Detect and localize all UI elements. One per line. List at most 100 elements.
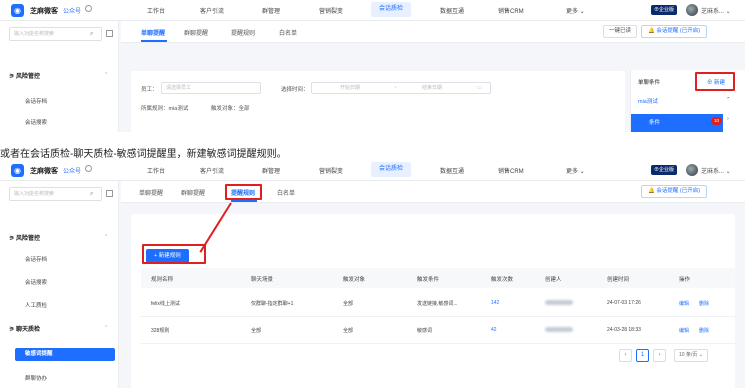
row-divider: [141, 343, 735, 344]
enterprise-badge: ⊕企业版: [651, 5, 678, 15]
sidebar-group-chat[interactable]: ⚞ 聊天质检: [9, 324, 40, 333]
nav-data[interactable]: 数据互通: [440, 6, 464, 15]
rule-text: 所属规则：mia测试: [141, 106, 189, 112]
screenshot-top: ◉ 芝麻微客 公众号 工作台 客户引流 群管理 营销裂变 会话质检 数据互通 销…: [0, 0, 745, 132]
clock-icon[interactable]: [85, 165, 92, 172]
nav-group[interactable]: 群管理: [262, 166, 280, 175]
session-remind-button[interactable]: 🔔 会话提醒 (已开启): [641, 25, 708, 38]
nav-workbench[interactable]: 工作台: [147, 166, 165, 175]
nav-marketing[interactable]: 营销裂变: [319, 6, 343, 15]
row1-edit[interactable]: 编辑: [679, 300, 689, 307]
nav-quality[interactable]: 会话质检: [371, 162, 412, 177]
nav-quality[interactable]: 会话质检: [371, 2, 412, 17]
logo-icon: ◉: [11, 164, 24, 177]
search-icon[interactable]: ⌕: [90, 191, 93, 198]
sidebar-item-group-assist[interactable]: 群聊协办: [25, 374, 47, 382]
nav-more[interactable]: 更多 ⌄: [566, 6, 585, 15]
tab-bar: 单聊提醒 群聊提醒 提醒规则 白名单 一键已读 🔔 会话提醒 (已开启): [121, 21, 745, 43]
app-name: 芝麻微客: [30, 8, 58, 15]
highlight-box-tab: [225, 184, 262, 200]
pub-account-link[interactable]: 公众号: [63, 6, 81, 15]
sidebar-group-risk[interactable]: ⚞ 风险管控: [9, 71, 40, 80]
session-remind-button[interactable]: 🔔 会话提醒 (已开启): [641, 185, 708, 198]
mark-all-read-button[interactable]: 一键已读: [603, 25, 638, 38]
avatar[interactable]: [686, 4, 698, 16]
row2-count[interactable]: 42: [491, 327, 497, 333]
screenshot-bottom: ◉ 芝麻微客 公众号 工作台 客户引流 群管理 营销裂变 会话质检 数据互通 销…: [0, 160, 745, 388]
clock-icon[interactable]: [85, 5, 92, 12]
top-bar: ◉ 芝麻微客 公众号 工作台 客户引流 群管理 营销裂变 会话质检 数据互通 销…: [0, 160, 745, 181]
avatar[interactable]: [686, 164, 698, 176]
nav-customer[interactable]: 客户引流: [200, 166, 224, 175]
tab-whitelist[interactable]: 白名单: [279, 28, 297, 37]
sidebar-item-search[interactable]: 会话搜索: [25, 118, 47, 126]
tab-single-remind[interactable]: 单聊提醒: [141, 28, 165, 37]
target-text: 触发对象：全部: [211, 106, 250, 112]
logo-icon: ◉: [11, 4, 24, 17]
sidebar-item-sensitive[interactable]: 敏感词提醒: [15, 348, 115, 361]
staff-label: 员工：: [141, 87, 158, 93]
end-date: 结束日期: [422, 85, 443, 91]
sidebar-item-archive[interactable]: 会话存档: [25, 97, 47, 105]
date-tilde: ~: [394, 85, 397, 91]
row1-cond: 发送链接,敏感词...: [417, 301, 458, 307]
row2-name: 328规则: [151, 328, 170, 334]
highlight-box-add: [695, 72, 735, 91]
row2-edit[interactable]: 编辑: [679, 327, 689, 334]
panel-title: 单聊条件: [638, 80, 661, 86]
row2-creator-blurred: [545, 327, 573, 332]
pager-prev[interactable]: ‹: [619, 349, 632, 362]
nav-marketing[interactable]: 营销裂变: [319, 166, 343, 175]
chevron-up-icon[interactable]: ⌃: [104, 234, 108, 240]
row-divider: [141, 316, 735, 317]
tab-bar: 单聊提醒 群聊提醒 提醒规则 白名单 🔔 会话提醒 (已开启): [121, 181, 745, 203]
row2-delete[interactable]: 删除: [699, 327, 709, 334]
th-name: 规则名称: [151, 277, 174, 283]
nav-more[interactable]: 更多 ⌄: [566, 166, 585, 175]
chevron-up-icon[interactable]: ⌃: [726, 97, 731, 103]
sidebar-group-risk[interactable]: ⚞ 风险管控: [9, 233, 40, 242]
row1-count[interactable]: 142: [491, 300, 499, 306]
page-size-select[interactable]: 10 条/页 ⌄: [674, 349, 708, 362]
pub-account-link[interactable]: 公众号: [63, 166, 81, 175]
search-input[interactable]: 输入功能名称搜索: [9, 27, 102, 41]
nav-group[interactable]: 群管理: [262, 6, 280, 15]
tab-whitelist[interactable]: 白名单: [277, 188, 295, 197]
row1-time: 24-07-03 17:26: [607, 300, 641, 306]
row1-target: 全部: [343, 301, 354, 307]
chevron-right-icon[interactable]: ›: [727, 116, 729, 122]
tab-underline: [231, 200, 257, 202]
sidebar-item-archive[interactable]: 会话存档: [25, 255, 47, 263]
nav-crm[interactable]: 销售CRM: [498, 166, 524, 175]
pager-page[interactable]: 1: [636, 349, 649, 362]
row1-name: felix线上测试: [151, 301, 180, 307]
search-input[interactable]: 输入功能名称搜索: [9, 187, 102, 201]
tab-rules[interactable]: 提醒规则: [231, 28, 255, 37]
time-label: 选择时间：: [281, 87, 309, 93]
nav-crm[interactable]: 销售CRM: [498, 6, 524, 15]
date-range-input[interactable]: 开始日期 ~ 结束日期 ▭: [311, 82, 491, 94]
calendar-icon[interactable]: [106, 190, 113, 197]
tab-group-remind[interactable]: 群聊提醒: [184, 28, 208, 37]
sidebar-item-search[interactable]: 会话搜索: [25, 278, 47, 286]
chevron-up-icon[interactable]: ⌃: [104, 325, 108, 331]
panel-item[interactable]: mia测试: [638, 97, 658, 105]
search-icon[interactable]: ⌕: [90, 31, 93, 38]
nav-data[interactable]: 数据互通: [440, 166, 464, 175]
tab-group-remind[interactable]: 群聊提醒: [181, 188, 205, 197]
nav-customer[interactable]: 客户引流: [200, 6, 224, 15]
sidebar-item-manual[interactable]: 人工质检: [25, 301, 47, 309]
staff-select[interactable]: 请选择员工: [161, 82, 261, 94]
nav-workbench[interactable]: 工作台: [147, 6, 165, 15]
th-time: 创建时间: [607, 277, 630, 283]
tab-single-remind[interactable]: 单聊提醒: [139, 188, 163, 197]
calendar-icon[interactable]: [106, 30, 113, 37]
panel-sub-active[interactable]: 条件: [631, 114, 723, 132]
pager-next[interactable]: ›: [653, 349, 666, 362]
start-date: 开始日期: [340, 85, 361, 91]
row1-scene: 仅群聊-指定群聊+1: [251, 301, 294, 307]
user-name[interactable]: 芝麻系... ⌄: [701, 6, 731, 15]
row1-delete[interactable]: 删除: [699, 300, 709, 307]
chevron-up-icon[interactable]: ⌃: [104, 72, 108, 78]
user-name[interactable]: 芝麻系... ⌄: [701, 166, 731, 175]
